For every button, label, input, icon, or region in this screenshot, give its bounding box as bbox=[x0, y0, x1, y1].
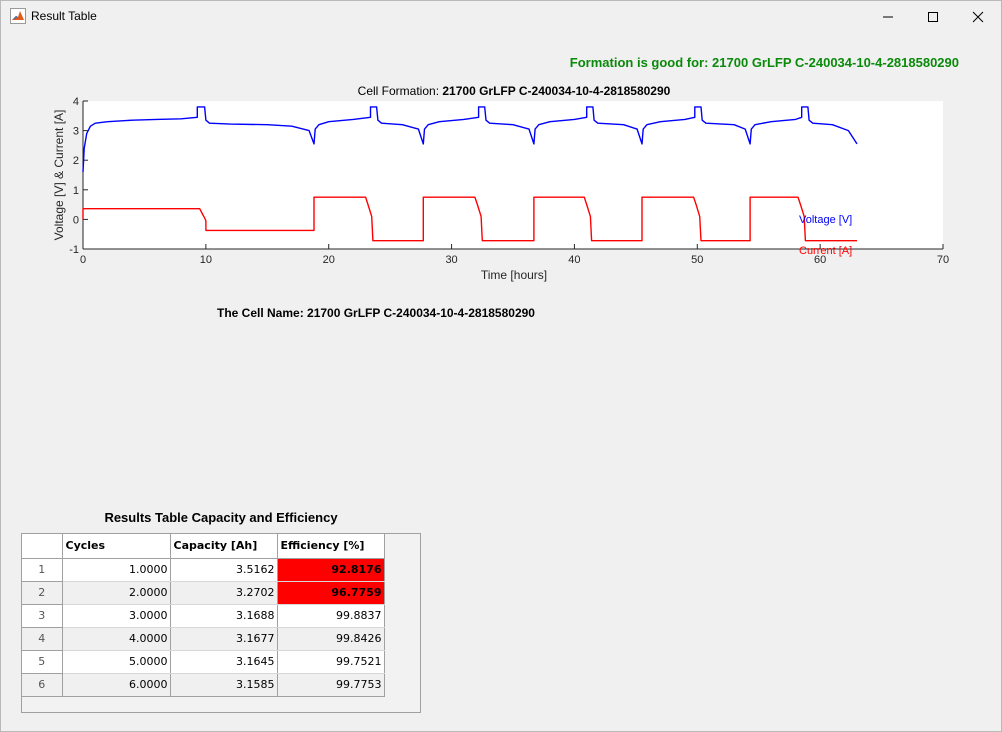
table-row[interactable]: 2 2.0000 3.2702 96.7759 bbox=[22, 581, 385, 605]
close-button[interactable] bbox=[955, 1, 1001, 32]
cell-capacity[interactable]: 3.1585 bbox=[170, 673, 278, 697]
row-index: 1 bbox=[22, 558, 63, 582]
cell-cycles[interactable]: 6.0000 bbox=[62, 673, 171, 697]
cell-efficiency-flagged[interactable]: 96.7759 bbox=[277, 581, 385, 605]
column-header-capacity[interactable]: Capacity [Ah] bbox=[170, 534, 278, 559]
y-tick-label: 2 bbox=[73, 155, 79, 167]
column-header-efficiency[interactable]: Efficiency [%] bbox=[277, 534, 385, 559]
row-index: 2 bbox=[22, 581, 63, 605]
window-title: Result Table bbox=[31, 9, 97, 23]
legend-current: Current [A] bbox=[799, 245, 852, 257]
result-table-window: Result Table Formation is good for: 2170… bbox=[0, 0, 1002, 732]
title-bar[interactable]: Result Table bbox=[1, 1, 1001, 32]
row-index: 6 bbox=[22, 673, 63, 697]
x-tick-label: 40 bbox=[568, 254, 580, 266]
y-tick-label: -1 bbox=[69, 244, 79, 256]
matlab-icon bbox=[10, 8, 26, 24]
cell-cycles[interactable]: 2.0000 bbox=[62, 581, 171, 605]
table-row[interactable]: 3 3.0000 3.1688 99.8837 bbox=[22, 604, 385, 628]
x-tick-label: 10 bbox=[200, 254, 212, 266]
cell-capacity[interactable]: 3.1677 bbox=[170, 627, 278, 651]
y-tick-label: 3 bbox=[73, 126, 79, 138]
cell-capacity[interactable]: 3.1645 bbox=[170, 650, 278, 674]
cell-efficiency[interactable]: 99.8426 bbox=[277, 627, 385, 651]
table-row[interactable]: 6 6.0000 3.1585 99.7753 bbox=[22, 673, 385, 697]
y-tick-label: 0 bbox=[73, 214, 79, 226]
cell-capacity[interactable]: 3.1688 bbox=[170, 604, 278, 628]
row-index: 5 bbox=[22, 650, 63, 674]
x-tick-label: 20 bbox=[323, 254, 335, 266]
cell-capacity[interactable]: 3.2702 bbox=[170, 581, 278, 605]
table-row[interactable]: 5 5.0000 3.1645 99.7521 bbox=[22, 650, 385, 674]
x-axis-label: Time [hours] bbox=[481, 268, 547, 282]
x-tick-label: 0 bbox=[80, 254, 86, 266]
table-header-row: Cycles Capacity [Ah] Efficiency [%] bbox=[22, 534, 385, 559]
formation-chart: Cell Formation: 21700 GrLFP C-240034-10-… bbox=[52, 84, 949, 282]
legend-voltage: Voltage [V] bbox=[799, 214, 852, 226]
cell-efficiency[interactable]: 99.7521 bbox=[277, 650, 385, 674]
cell-cycles[interactable]: 5.0000 bbox=[62, 650, 171, 674]
maximize-button[interactable] bbox=[910, 1, 956, 32]
cell-cycles[interactable]: 3.0000 bbox=[62, 604, 171, 628]
column-header-cycles[interactable]: Cycles bbox=[62, 534, 171, 559]
cell-efficiency[interactable]: 99.8837 bbox=[277, 604, 385, 628]
x-tick-label: 30 bbox=[445, 254, 457, 266]
chart-title: Cell Formation: 21700 GrLFP C-240034-10-… bbox=[358, 84, 671, 98]
cell-capacity[interactable]: 3.5162 bbox=[170, 558, 278, 582]
minimize-icon bbox=[882, 11, 894, 23]
cell-efficiency-flagged[interactable]: 92.8176 bbox=[277, 558, 385, 582]
column-header-index[interactable] bbox=[22, 534, 63, 559]
x-tick-label: 50 bbox=[691, 254, 703, 266]
formation-status-message: Formation is good for: 21700 GrLFP C-240… bbox=[569, 55, 959, 70]
minimize-button[interactable] bbox=[865, 1, 911, 32]
chart-title-prefix: Cell Formation: bbox=[358, 84, 443, 98]
cell-efficiency[interactable]: 99.7753 bbox=[277, 673, 385, 697]
results-table-title: Results Table Capacity and Efficiency bbox=[104, 510, 338, 525]
chart-title-cell: 21700 GrLFP C-240034-10-4-2818580290 bbox=[442, 84, 670, 98]
row-index: 4 bbox=[22, 627, 63, 651]
y-tick-label: 4 bbox=[73, 96, 79, 108]
cell-cycles[interactable]: 1.0000 bbox=[62, 558, 171, 582]
cell-cycles[interactable]: 4.0000 bbox=[62, 627, 171, 651]
close-icon bbox=[972, 11, 984, 23]
table-row[interactable]: 4 4.0000 3.1677 99.8426 bbox=[22, 627, 385, 651]
x-tick-label: 70 bbox=[937, 254, 949, 266]
y-tick-label: 1 bbox=[73, 185, 79, 197]
row-index: 3 bbox=[22, 604, 63, 628]
y-axis-label: Voltage [V] & Current [A] bbox=[52, 110, 66, 241]
results-table[interactable]: Cycles Capacity [Ah] Efficiency [%] 1 1.… bbox=[21, 533, 421, 713]
cell-name-label: The Cell Name: 21700 GrLFP C-240034-10-4… bbox=[217, 306, 535, 320]
table-row[interactable]: 1 1.0000 3.5162 92.8176 bbox=[22, 558, 385, 582]
maximize-icon bbox=[927, 11, 939, 23]
